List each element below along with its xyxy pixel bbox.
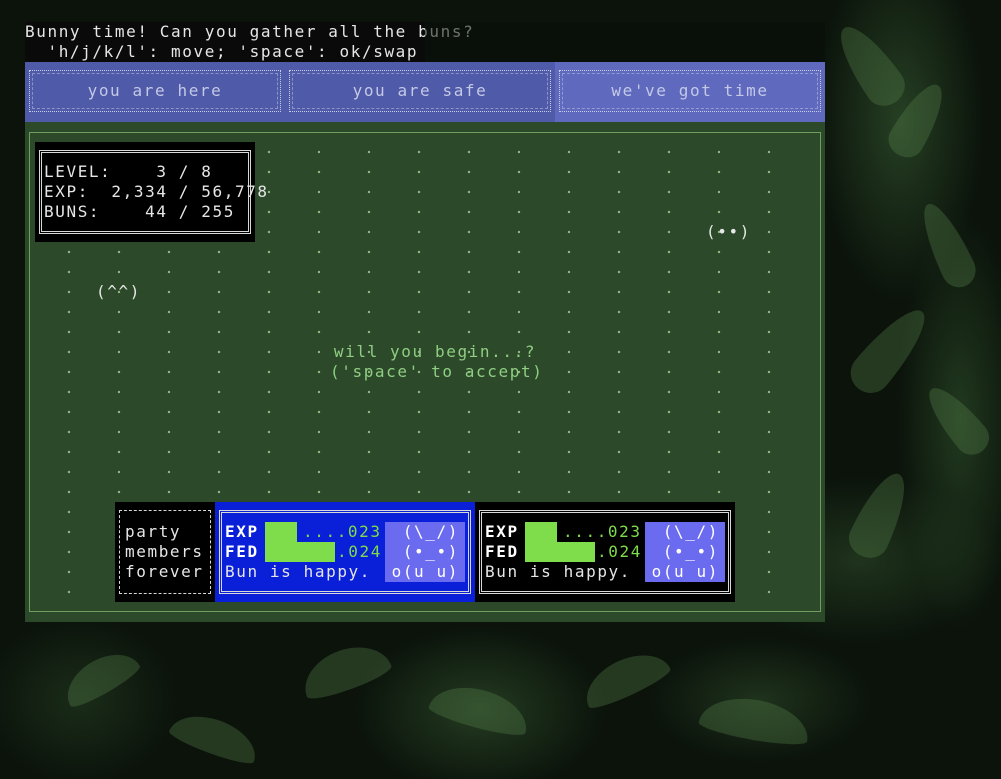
tab-label: we've got time — [559, 70, 821, 112]
fed-label: FED — [225, 542, 259, 561]
start-prompt-line2: ('space' to accept) — [330, 362, 544, 381]
tab-you-are-safe[interactable]: you are safe — [285, 62, 555, 122]
bunny-face: (•_•) — [402, 542, 459, 561]
instruction-panel: Bunny time! Can you gather all the buns?… — [25, 22, 473, 62]
fed-label: FED — [485, 542, 519, 561]
tab-label: you are safe — [289, 70, 551, 112]
exp-value: ....023 — [563, 522, 642, 541]
exp-readout: EXP: 2,334 / 56,778 — [44, 182, 269, 201]
exp-value: ....023 — [303, 522, 382, 541]
controls-hint-text: 'h/j/k/l': move; 'space': ok/swap — [25, 42, 419, 61]
party-label-line: forever — [125, 562, 204, 581]
tab-bar: you are here you are safe we've got time — [25, 62, 825, 122]
bunny-sprite-right: (••) — [706, 222, 751, 241]
party-member-card-1[interactable]: EXP ....023 FED .024 Bun is happy. (\_/)… — [215, 502, 475, 602]
exp-label: EXP — [485, 522, 519, 541]
stats-panel: LEVEL: 3 / 8 EXP: 2,334 / 56,778 BUNS: 4… — [35, 142, 267, 242]
exp-label: EXP — [225, 522, 259, 541]
party-label-line: party — [125, 522, 182, 541]
fed-value: .024 — [597, 542, 642, 561]
party-label-panel: party members forever — [115, 502, 215, 602]
tab-weve-got-time[interactable]: we've got time — [555, 62, 825, 122]
bunny-ears: (\_/) — [662, 522, 719, 541]
fed-bar — [525, 542, 595, 562]
bun-status-text: Bun is happy. — [485, 562, 632, 581]
buns-readout: BUNS: 44 / 255 — [44, 202, 235, 221]
bunny-sprite-left: (^^) — [96, 282, 141, 301]
bunny-body: o(u u) — [391, 562, 459, 581]
instruction-header: Bunny time! Can you gather all the buns?… — [25, 22, 825, 62]
bunny-body: o(u u) — [651, 562, 719, 581]
fed-value: .024 — [337, 542, 382, 561]
level-readout: LEVEL: 3 / 8 — [44, 162, 213, 181]
bun-status-text: Bun is happy. — [225, 562, 372, 581]
bunny-portrait: (\_/) (•_•) o(u u) — [645, 522, 725, 582]
tab-label: you are here — [29, 70, 281, 112]
game-title-text: Bunny time! Can you gather all the buns? — [25, 22, 475, 41]
start-prompt-line1: will you begin...? — [333, 342, 537, 361]
bunny-ears: (\_/) — [402, 522, 459, 541]
party-member-card-2[interactable]: EXP ....023 FED .024 Bun is happy. (\_/)… — [475, 502, 735, 602]
fed-bar — [265, 542, 335, 562]
bunny-portrait: (\_/) (•_•) o(u u) — [385, 522, 465, 582]
party-label-line: members — [125, 542, 204, 561]
header-spacer — [425, 22, 825, 62]
bunny-face: (•_•) — [662, 542, 719, 561]
tab-you-are-here[interactable]: you are here — [25, 62, 285, 122]
